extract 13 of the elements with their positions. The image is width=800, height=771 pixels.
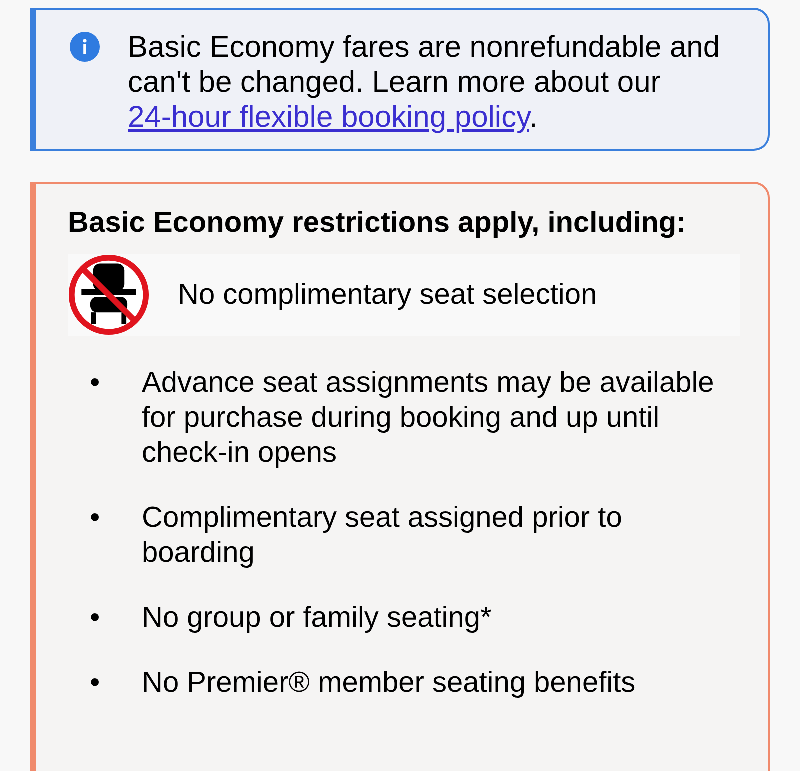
info-icon	[70, 32, 100, 62]
policy-link[interactable]: 24-hour flexible booking policy	[128, 101, 530, 134]
restriction-text: Complimentary seat assigned prior to boarding	[142, 501, 624, 571]
restriction-headline: No complimentary seat selection	[178, 278, 598, 312]
bullet: •	[89, 501, 102, 536]
restriction-text: No Premier® member seating benefits	[142, 666, 636, 701]
restriction-text: Advance seat assignments may be available for purchase during booking and up until check-in opens	[142, 366, 716, 471]
bullet: •	[89, 366, 102, 401]
notice-text: Basic Economy fares are nonrefundable and can't be changed. Learn more about our 24-hour flexible booking policy.	[128, 30, 722, 135]
restrictions-title: Basic Economy restrictions apply, including:	[68, 206, 688, 240]
bullet: •	[89, 666, 102, 701]
bullet: •	[89, 601, 102, 636]
restriction-text: No group or family seating*	[142, 601, 492, 636]
